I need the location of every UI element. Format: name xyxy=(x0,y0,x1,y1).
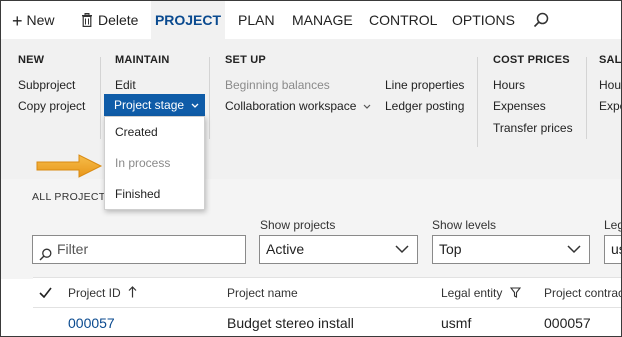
legal-entity-value: us xyxy=(611,241,621,257)
grid-header: Project ID Project name Legal entity Pro… xyxy=(33,277,621,309)
search-icon[interactable] xyxy=(533,1,549,39)
column-header-project-name[interactable]: Project name xyxy=(227,278,298,309)
transfer-prices-button[interactable]: Transfer prices xyxy=(493,121,573,135)
cell-project-name: Budget stereo install xyxy=(227,315,354,331)
chevron-down-icon xyxy=(363,99,371,113)
filter-input[interactable]: Filter xyxy=(32,235,246,264)
delete-button-label: Delete xyxy=(98,12,139,28)
group-title-new: NEW xyxy=(18,54,45,66)
ribbon-divider xyxy=(477,57,478,147)
chevron-down-icon xyxy=(395,236,409,263)
filter-funnel-icon xyxy=(509,286,521,300)
group-title-maintain: MAINTAIN xyxy=(115,54,170,66)
column-label: Project ID xyxy=(68,286,121,300)
cell-legal-entity: usmf xyxy=(441,315,472,331)
action-bar: + New Delete PROJECT PLAN MANAGE CONTROL … xyxy=(1,1,621,39)
expenses-button[interactable]: Expenses xyxy=(493,99,546,113)
column-header-legal-entity[interactable]: Legal entity xyxy=(441,278,521,309)
stage-option-created[interactable]: Created xyxy=(115,125,158,139)
legal-entity-filter-label: Leg xyxy=(604,218,621,232)
group-title-setup: SET UP xyxy=(225,54,266,66)
collaboration-workspace-button[interactable]: Collaboration workspace xyxy=(225,99,371,113)
app-window: + New Delete PROJECT PLAN MANAGE CONTROL … xyxy=(0,0,622,337)
beginning-balances-button[interactable]: Beginning balances xyxy=(225,78,330,92)
group-title-cost-prices: COST PRICES xyxy=(493,54,570,66)
new-button-label: New xyxy=(26,12,55,28)
project-stage-button[interactable]: Project stage xyxy=(104,94,205,116)
line-properties-button[interactable]: Line properties xyxy=(385,78,464,92)
plus-icon: + xyxy=(12,11,23,31)
sort-up-arrow-icon xyxy=(128,286,137,300)
table-row[interactable]: 000057 Budget stereo install usmf 000057 xyxy=(33,308,621,336)
tab-control[interactable]: CONTROL xyxy=(369,1,437,39)
tab-manage[interactable]: MANAGE xyxy=(292,1,353,39)
stage-option-finished[interactable]: Finished xyxy=(115,187,160,201)
ribbon-divider xyxy=(100,57,101,139)
group-title-sales: SALE xyxy=(599,54,622,66)
chevron-down-icon xyxy=(191,98,199,112)
ledger-posting-button[interactable]: Ledger posting xyxy=(385,99,464,113)
subproject-button[interactable]: Subproject xyxy=(18,78,75,92)
select-all-checkmark-icon[interactable] xyxy=(39,278,52,309)
column-label: Legal entity xyxy=(441,286,503,300)
copy-project-button[interactable]: Copy project xyxy=(18,99,85,113)
search-icon xyxy=(39,243,52,263)
trash-icon xyxy=(81,3,93,41)
callout-arrow-icon xyxy=(35,153,105,184)
tab-project[interactable]: PROJECT xyxy=(151,1,225,39)
show-projects-label: Show projects xyxy=(260,218,336,232)
show-projects-select[interactable]: Active xyxy=(259,235,418,264)
project-stage-dropdown: Created In process Finished xyxy=(104,116,205,210)
cell-project-id[interactable]: 000057 xyxy=(68,308,115,336)
new-button[interactable]: + New xyxy=(12,1,55,39)
ribbon-divider xyxy=(209,57,210,139)
filter-placeholder: Filter xyxy=(57,241,89,257)
collaboration-workspace-label: Collaboration workspace xyxy=(225,99,357,113)
tab-options[interactable]: OPTIONS xyxy=(452,1,515,39)
chevron-down-icon xyxy=(567,236,581,263)
show-levels-value: Top xyxy=(439,241,462,257)
project-stage-label: Project stage xyxy=(114,98,185,112)
show-projects-value: Active xyxy=(266,241,305,257)
ribbon-divider xyxy=(586,57,587,139)
sales-hours-button[interactable]: Hour xyxy=(599,78,621,92)
stage-option-in-process[interactable]: In process xyxy=(115,156,170,170)
cell-project-contract: 000057 xyxy=(544,315,591,331)
show-levels-label: Show levels xyxy=(432,218,497,232)
legal-entity-select[interactable]: us xyxy=(604,235,621,264)
column-header-project-id[interactable]: Project ID xyxy=(68,278,137,309)
column-header-project-contract[interactable]: Project contract xyxy=(544,278,621,309)
tab-plan[interactable]: PLAN xyxy=(238,1,275,39)
sales-expenses-button[interactable]: Expe xyxy=(599,99,621,113)
show-levels-select[interactable]: Top xyxy=(432,235,590,264)
delete-button[interactable]: Delete xyxy=(81,1,138,39)
hours-button[interactable]: Hours xyxy=(493,78,525,92)
edit-button[interactable]: Edit xyxy=(115,78,136,92)
section-title: ALL PROJECTS xyxy=(32,191,113,203)
